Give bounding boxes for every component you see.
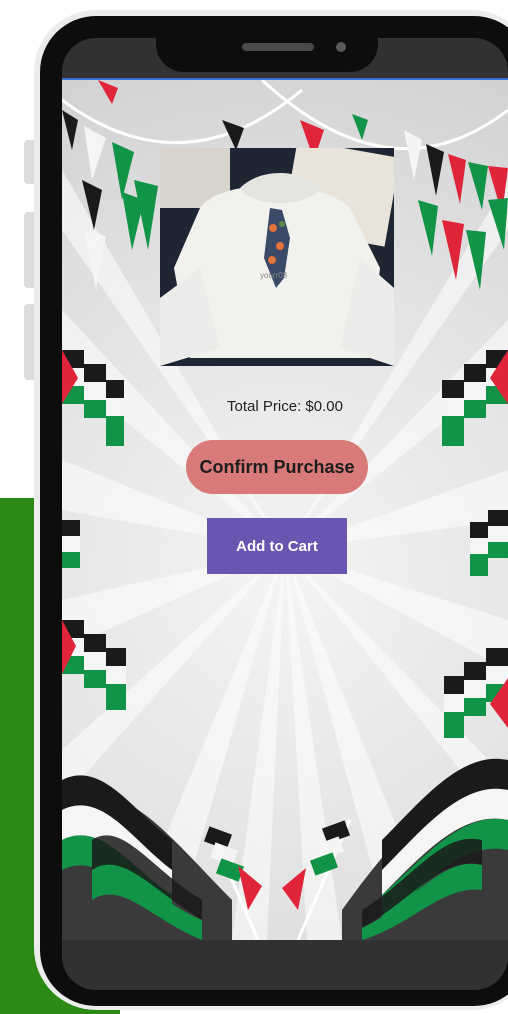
front-camera-icon: [336, 42, 346, 52]
system-navigation-bar: [62, 940, 508, 990]
add-to-cart-button[interactable]: Add to Cart: [207, 518, 347, 574]
app-content: yourr03 Total Price: $0.00 Confirm Purch…: [62, 78, 508, 942]
volume-up-button: [24, 212, 34, 288]
mute-switch: [24, 140, 34, 184]
speaker-grille-icon: [242, 43, 314, 51]
hoodie-image: yourr03: [160, 148, 394, 366]
total-price-label: Total Price: $0.00: [227, 398, 343, 415]
volume-down-button: [24, 304, 34, 380]
shirt-print-text: yourr03: [260, 271, 288, 280]
product-image: yourr03: [160, 148, 394, 366]
confirm-purchase-button[interactable]: Confirm Purchase: [186, 440, 368, 494]
phone-screen: yourr03 Total Price: $0.00 Confirm Purch…: [62, 38, 508, 990]
page: yourr03 Total Price: $0.00 Confirm Purch…: [0, 0, 508, 1014]
